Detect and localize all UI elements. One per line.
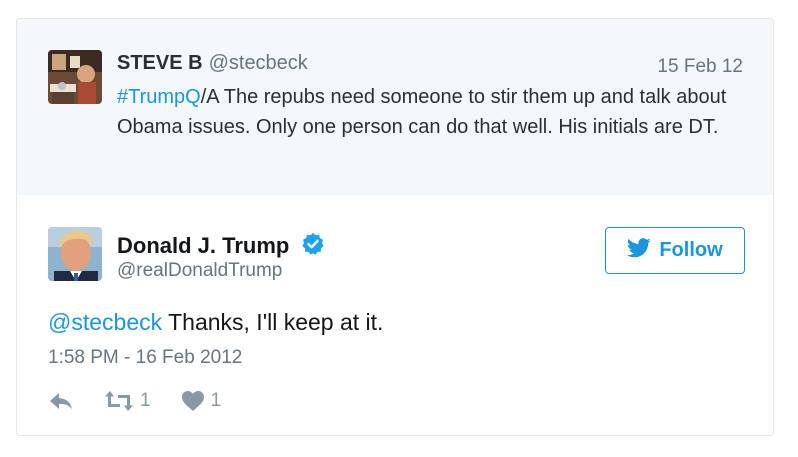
mention-link[interactable]: @stecbeck xyxy=(48,309,162,335)
tweet-text: @stecbeck Thanks, I'll keep at it. xyxy=(48,309,383,336)
quoted-text-body: /A The repubs need someone to stir them … xyxy=(117,86,727,138)
heart-icon xyxy=(181,390,205,412)
quoted-date: 15 Feb 12 xyxy=(657,56,743,77)
reply-button[interactable] xyxy=(48,390,74,412)
like-button[interactable]: 1 xyxy=(181,390,222,412)
retweet-icon xyxy=(104,390,134,412)
quoted-tweet[interactable]: STEVE B @stecbeck 15 Feb 12 #TrumpQ/A The… xyxy=(17,19,773,195)
author-avatar[interactable] xyxy=(48,227,102,281)
quoted-author-name[interactable]: STEVE B xyxy=(117,52,203,74)
twitter-bird-icon xyxy=(627,237,651,264)
quoted-author-handle[interactable]: @stecbeck xyxy=(209,52,308,74)
tweet-actions: 1 1 xyxy=(48,389,221,413)
tweet-text-body: Thanks, I'll keep at it. xyxy=(162,309,384,335)
quoted-tweet-text: #TrumpQ/A The repubs need someone to sti… xyxy=(117,82,749,142)
verified-badge-icon xyxy=(301,232,325,256)
like-count: 1 xyxy=(210,390,222,411)
hashtag-link[interactable]: #TrumpQ xyxy=(117,86,201,108)
author-handle[interactable]: @realDonaldTrump xyxy=(117,260,282,282)
retweet-button[interactable]: 1 xyxy=(104,390,151,412)
follow-label: Follow xyxy=(659,239,723,261)
follow-button[interactable]: Follow xyxy=(605,227,745,274)
tweet-card: STEVE B @stecbeck 15 Feb 12 #TrumpQ/A The… xyxy=(16,18,774,436)
tweet-timestamp[interactable]: 1:58 PM - 16 Feb 2012 xyxy=(48,347,242,369)
reply-icon xyxy=(48,390,74,412)
quoted-author-avatar[interactable] xyxy=(48,50,102,104)
author-name-row[interactable]: Donald J. Trump xyxy=(117,232,325,259)
quoted-author[interactable]: STEVE B @stecbeck xyxy=(117,52,308,75)
retweet-count: 1 xyxy=(140,390,151,411)
author-name[interactable]: Donald J. Trump xyxy=(117,233,289,258)
